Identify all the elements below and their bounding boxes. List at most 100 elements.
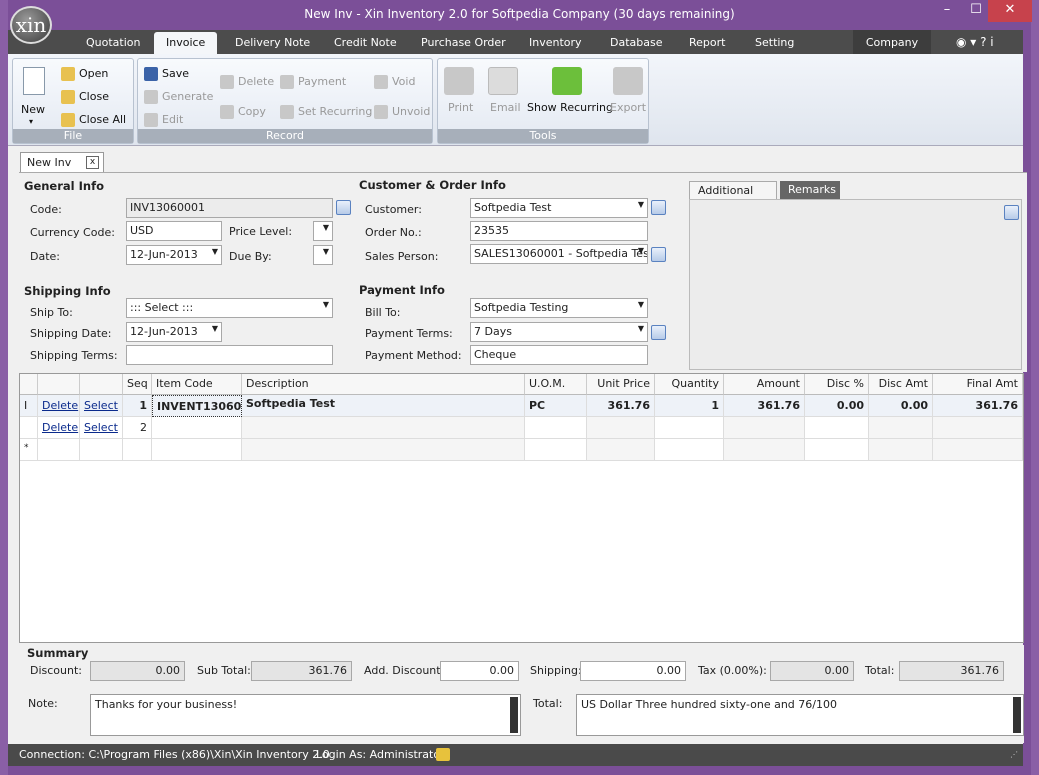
ship-to-select[interactable]: ::: Select ::: ▼ [126, 298, 333, 318]
row-item-code[interactable] [152, 417, 242, 439]
menu-delivery-note[interactable]: Delivery Note [235, 36, 310, 49]
new-row-cell[interactable] [587, 439, 655, 461]
row-description[interactable]: Softpedia Test [242, 395, 525, 417]
menu-inventory[interactable]: Inventory [529, 36, 582, 49]
new-row-cell[interactable] [724, 439, 805, 461]
payment-terms-edit-icon[interactable] [651, 325, 666, 340]
email-button[interactable]: Email [490, 101, 521, 114]
row-amount[interactable] [724, 417, 805, 439]
new-row-cell[interactable] [80, 439, 123, 461]
new-row-cell[interactable] [525, 439, 587, 461]
discount-field[interactable]: 0.00 [90, 661, 185, 681]
row-quantity[interactable] [655, 417, 724, 439]
order-no-field[interactable]: 23535 [470, 221, 648, 241]
total-field[interactable]: 361.76 [899, 661, 1004, 681]
new-row-cell[interactable] [933, 439, 1023, 461]
show-recurring-button[interactable]: Show Recurring [527, 101, 613, 114]
row-disc-pct[interactable] [805, 417, 869, 439]
date-picker[interactable]: 12-Jun-2013 ▼ [126, 245, 222, 265]
void-button[interactable]: Void [374, 75, 415, 89]
document-tab[interactable]: New Inv x [20, 152, 104, 172]
minimize-button[interactable]: – [933, 0, 961, 22]
row-disc-amt[interactable] [869, 417, 933, 439]
export-button[interactable]: Export [610, 101, 646, 114]
payment-terms-select[interactable]: 7 Days ▼ [470, 322, 648, 342]
row-final-amt[interactable]: 361.76 [933, 395, 1023, 417]
shipping-date-picker[interactable]: 12-Jun-2013 ▼ [126, 322, 222, 342]
customer-edit-icon[interactable] [651, 200, 666, 215]
new-row-cell[interactable] [152, 439, 242, 461]
set-recurring-button[interactable]: Set Recurring [280, 105, 372, 119]
row-uom[interactable] [525, 417, 587, 439]
edit-button[interactable]: Edit [144, 113, 183, 127]
close-all-button[interactable]: Close All [61, 113, 126, 127]
row-seq[interactable]: 1 [123, 395, 152, 417]
new-dropdown-icon[interactable]: ▾ [29, 117, 33, 126]
help-icon[interactable]: ◉ ▾ ? i [956, 35, 994, 49]
payment-method-field[interactable]: Cheque [470, 345, 648, 365]
bill-to-select[interactable]: Softpedia Testing ▼ [470, 298, 648, 318]
shipping-terms-field[interactable] [126, 345, 333, 365]
grid-header-uom[interactable]: U.O.M. [525, 374, 587, 395]
subtotal-field[interactable]: 361.76 [251, 661, 352, 681]
menu-invoice[interactable]: Invoice [154, 32, 218, 54]
print-button[interactable]: Print [448, 101, 473, 114]
row-delete-link[interactable]: Delete [38, 395, 80, 417]
row-disc-amt[interactable]: 0.00 [869, 395, 933, 417]
total-words-scrollbar[interactable] [1013, 697, 1021, 733]
new-row-marker[interactable]: * [20, 439, 38, 461]
save-button[interactable]: Save [144, 67, 189, 81]
unvoid-button[interactable]: Unvoid [374, 105, 430, 119]
delete-button[interactable]: Delete [220, 75, 274, 89]
grid-header-disc-amt[interactable]: Disc Amt [869, 374, 933, 395]
menu-setting[interactable]: Setting [755, 36, 794, 49]
grid-header-description[interactable]: Description [242, 374, 525, 395]
new-row-cell[interactable] [123, 439, 152, 461]
menu-company[interactable]: Company [853, 30, 931, 54]
menu-purchase-order[interactable]: Purchase Order [421, 36, 506, 49]
code-field[interactable]: INV13060001 [126, 198, 333, 218]
note-textarea[interactable]: Thanks for your business! [90, 694, 521, 736]
xin-logo[interactable]: xin [10, 6, 52, 44]
customer-select[interactable]: Softpedia Test ▼ [470, 198, 648, 218]
grid-header-final-amt[interactable]: Final Amt [933, 374, 1023, 395]
tab-remarks[interactable]: Remarks [780, 181, 840, 199]
menu-report[interactable]: Report [689, 36, 725, 49]
row-amount[interactable]: 361.76 [724, 395, 805, 417]
note-scrollbar[interactable] [510, 697, 518, 733]
row-unit-price[interactable]: 361.76 [587, 395, 655, 417]
add-discount-field[interactable]: 0.00 [440, 661, 519, 681]
grid-header-amount[interactable]: Amount [724, 374, 805, 395]
row-final-amt[interactable] [933, 417, 1023, 439]
code-edit-icon[interactable] [336, 200, 351, 215]
row-item-code[interactable]: INVENT13060... [152, 395, 242, 417]
menu-database[interactable]: Database [610, 36, 663, 49]
new-row-cell[interactable] [805, 439, 869, 461]
close-tab-icon[interactable]: x [86, 156, 99, 169]
tab-additional-info[interactable]: Additional Info [689, 181, 777, 210]
row-marker[interactable] [20, 417, 38, 439]
grid-header-unit-price[interactable]: Unit Price [587, 374, 655, 395]
menu-quotation[interactable]: Quotation [86, 36, 140, 49]
new-row-cell[interactable] [242, 439, 525, 461]
copy-button[interactable]: Copy [220, 105, 266, 119]
menu-credit-note[interactable]: Credit Note [334, 36, 397, 49]
total-words-textarea[interactable]: US Dollar Three hundred sixty-one and 76… [576, 694, 1024, 736]
additional-info-edit-icon[interactable] [1004, 205, 1019, 220]
currency-field[interactable]: USD [126, 221, 222, 241]
grid-header-item-code[interactable]: Item Code [152, 374, 242, 395]
row-seq[interactable]: 2 [123, 417, 152, 439]
generate-button[interactable]: Generate [144, 90, 213, 104]
resize-grip-icon[interactable]: ⋰ [1010, 750, 1018, 759]
sales-person-select[interactable]: SALES13060001 - Softpedia Test ▼ [470, 244, 648, 264]
row-delete-link[interactable]: Delete [38, 417, 80, 439]
payment-button[interactable]: Payment [280, 75, 346, 89]
row-marker[interactable]: I [20, 395, 38, 417]
new-row-cell[interactable] [655, 439, 724, 461]
open-button[interactable]: Open [61, 67, 108, 81]
price-level-select[interactable]: ▼ [313, 221, 333, 241]
new-row-cell[interactable] [869, 439, 933, 461]
new-row-cell[interactable] [38, 439, 80, 461]
new-button[interactable]: New [21, 103, 45, 116]
row-quantity[interactable]: 1 [655, 395, 724, 417]
